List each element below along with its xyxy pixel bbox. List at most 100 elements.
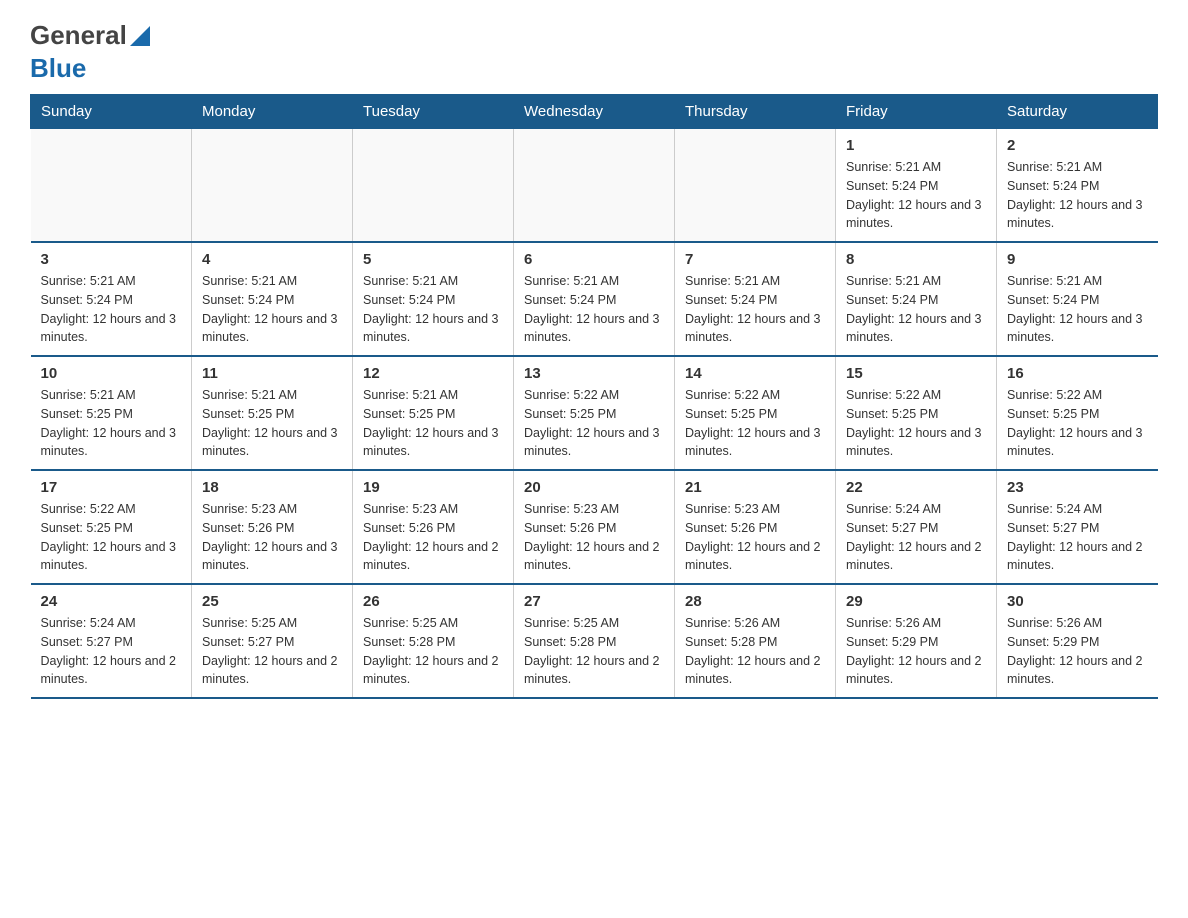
day-info: Sunrise: 5:22 AMSunset: 5:25 PMDaylight:… — [685, 386, 825, 461]
day-info: Sunrise: 5:23 AMSunset: 5:26 PMDaylight:… — [685, 500, 825, 575]
weekday-header-sunday: Sunday — [31, 95, 192, 129]
day-info: Sunrise: 5:21 AMSunset: 5:24 PMDaylight:… — [685, 272, 825, 347]
day-number: 18 — [202, 479, 342, 496]
calendar-table: SundayMondayTuesdayWednesdayThursdayFrid… — [30, 94, 1158, 699]
day-info: Sunrise: 5:21 AMSunset: 5:24 PMDaylight:… — [1007, 158, 1148, 233]
calendar-cell: 29 Sunrise: 5:26 AMSunset: 5:29 PMDayligh… — [836, 584, 997, 698]
calendar-cell: 26 Sunrise: 5:25 AMSunset: 5:28 PMDayligh… — [353, 584, 514, 698]
weekday-header-tuesday: Tuesday — [353, 95, 514, 129]
calendar-cell: 28Sunrise: 5:26 AMSunset: 5:28 PMDayligh… — [675, 584, 836, 698]
day-number: 20 — [524, 479, 664, 496]
calendar-week-row: 3 Sunrise: 5:21 AMSunset: 5:24 PMDaylight… — [31, 242, 1158, 356]
calendar-cell: 19 Sunrise: 5:23 AMSunset: 5:26 PMDayligh… — [353, 470, 514, 584]
day-number: 6 — [524, 251, 664, 268]
day-info: Sunrise: 5:24 AMSunset: 5:27 PMDaylight:… — [1007, 500, 1148, 575]
weekday-header-saturday: Saturday — [997, 95, 1158, 129]
day-number: 16 — [1007, 365, 1148, 382]
day-number: 1 — [846, 137, 986, 154]
day-info: Sunrise: 5:24 AMSunset: 5:27 PMDaylight:… — [846, 500, 986, 575]
day-number: 15 — [846, 365, 986, 382]
logo-chevron-icon — [130, 26, 150, 46]
day-number: 24 — [41, 593, 182, 610]
day-info: Sunrise: 5:21 AMSunset: 5:24 PMDaylight:… — [1007, 272, 1148, 347]
calendar-cell: 8Sunrise: 5:21 AMSunset: 5:24 PMDaylight… — [836, 242, 997, 356]
calendar-cell: 17 Sunrise: 5:22 AMSunset: 5:25 PMDayligh… — [31, 470, 192, 584]
logo-general: General — [30, 20, 127, 51]
day-info: Sunrise: 5:21 AMSunset: 5:24 PMDaylight:… — [41, 272, 182, 347]
day-info: Sunrise: 5:23 AMSunset: 5:26 PMDaylight:… — [524, 500, 664, 575]
calendar-cell: 3 Sunrise: 5:21 AMSunset: 5:24 PMDaylight… — [31, 242, 192, 356]
day-number: 25 — [202, 593, 342, 610]
calendar-cell: 23 Sunrise: 5:24 AMSunset: 5:27 PMDayligh… — [997, 470, 1158, 584]
day-number: 14 — [685, 365, 825, 382]
day-number: 27 — [524, 593, 664, 610]
day-info: Sunrise: 5:21 AMSunset: 5:25 PMDaylight:… — [41, 386, 182, 461]
calendar-cell: 5 Sunrise: 5:21 AMSunset: 5:24 PMDaylight… — [353, 242, 514, 356]
day-number: 2 — [1007, 137, 1148, 154]
day-number: 3 — [41, 251, 182, 268]
day-info: Sunrise: 5:21 AMSunset: 5:24 PMDaylight:… — [846, 272, 986, 347]
day-info: Sunrise: 5:22 AMSunset: 5:25 PMDaylight:… — [41, 500, 182, 575]
day-number: 4 — [202, 251, 342, 268]
weekday-header-wednesday: Wednesday — [514, 95, 675, 129]
day-number: 23 — [1007, 479, 1148, 496]
calendar-cell: 20 Sunrise: 5:23 AMSunset: 5:26 PMDayligh… — [514, 470, 675, 584]
calendar-header-row: SundayMondayTuesdayWednesdayThursdayFrid… — [31, 95, 1158, 129]
logo-blue: Blue — [30, 53, 86, 84]
calendar-cell — [31, 129, 192, 243]
day-info: Sunrise: 5:21 AMSunset: 5:24 PMDaylight:… — [846, 158, 986, 233]
day-number: 5 — [363, 251, 503, 268]
calendar-cell — [675, 129, 836, 243]
calendar-week-row: 17 Sunrise: 5:22 AMSunset: 5:25 PMDayligh… — [31, 470, 1158, 584]
day-number: 9 — [1007, 251, 1148, 268]
calendar-cell: 7 Sunrise: 5:21 AMSunset: 5:24 PMDaylight… — [675, 242, 836, 356]
day-info: Sunrise: 5:24 AMSunset: 5:27 PMDaylight:… — [41, 614, 182, 689]
calendar-cell: 24 Sunrise: 5:24 AMSunset: 5:27 PMDayligh… — [31, 584, 192, 698]
day-number: 11 — [202, 365, 342, 382]
calendar-cell: 22 Sunrise: 5:24 AMSunset: 5:27 PMDayligh… — [836, 470, 997, 584]
calendar-cell: 9 Sunrise: 5:21 AMSunset: 5:24 PMDaylight… — [997, 242, 1158, 356]
day-info: Sunrise: 5:21 AMSunset: 5:25 PMDaylight:… — [202, 386, 342, 461]
calendar-cell: 13 Sunrise: 5:22 AMSunset: 5:25 PMDayligh… — [514, 356, 675, 470]
day-info: Sunrise: 5:22 AMSunset: 5:25 PMDaylight:… — [1007, 386, 1148, 461]
day-info: Sunrise: 5:23 AMSunset: 5:26 PMDaylight:… — [202, 500, 342, 575]
calendar-cell: 21 Sunrise: 5:23 AMSunset: 5:26 PMDayligh… — [675, 470, 836, 584]
calendar-cell: 16 Sunrise: 5:22 AMSunset: 5:25 PMDayligh… — [997, 356, 1158, 470]
calendar-cell: 6 Sunrise: 5:21 AMSunset: 5:24 PMDaylight… — [514, 242, 675, 356]
day-info: Sunrise: 5:21 AMSunset: 5:24 PMDaylight:… — [363, 272, 503, 347]
calendar-cell: 15Sunrise: 5:22 AMSunset: 5:25 PMDayligh… — [836, 356, 997, 470]
calendar-cell: 1 Sunrise: 5:21 AMSunset: 5:24 PMDaylight… — [836, 129, 997, 243]
weekday-header-friday: Friday — [836, 95, 997, 129]
day-number: 22 — [846, 479, 986, 496]
day-number: 26 — [363, 593, 503, 610]
calendar-cell: 2 Sunrise: 5:21 AMSunset: 5:24 PMDaylight… — [997, 129, 1158, 243]
day-number: 7 — [685, 251, 825, 268]
calendar-cell: 12Sunrise: 5:21 AMSunset: 5:25 PMDayligh… — [353, 356, 514, 470]
logo: General Blue — [30, 20, 150, 84]
calendar-cell: 27 Sunrise: 5:25 AMSunset: 5:28 PMDayligh… — [514, 584, 675, 698]
day-number: 19 — [363, 479, 503, 496]
day-info: Sunrise: 5:25 AMSunset: 5:28 PMDaylight:… — [524, 614, 664, 689]
day-number: 17 — [41, 479, 182, 496]
calendar-cell — [192, 129, 353, 243]
day-number: 29 — [846, 593, 986, 610]
day-info: Sunrise: 5:25 AMSunset: 5:27 PMDaylight:… — [202, 614, 342, 689]
day-number: 28 — [685, 593, 825, 610]
day-info: Sunrise: 5:26 AMSunset: 5:29 PMDaylight:… — [846, 614, 986, 689]
day-number: 13 — [524, 365, 664, 382]
day-number: 12 — [363, 365, 503, 382]
day-number: 21 — [685, 479, 825, 496]
page-header: General Blue — [30, 20, 1158, 84]
day-info: Sunrise: 5:25 AMSunset: 5:28 PMDaylight:… — [363, 614, 503, 689]
calendar-week-row: 24 Sunrise: 5:24 AMSunset: 5:27 PMDayligh… — [31, 584, 1158, 698]
calendar-week-row: 10Sunrise: 5:21 AMSunset: 5:25 PMDayligh… — [31, 356, 1158, 470]
day-info: Sunrise: 5:22 AMSunset: 5:25 PMDaylight:… — [524, 386, 664, 461]
day-info: Sunrise: 5:21 AMSunset: 5:24 PMDaylight:… — [524, 272, 664, 347]
calendar-cell — [353, 129, 514, 243]
calendar-week-row: 1 Sunrise: 5:21 AMSunset: 5:24 PMDaylight… — [31, 129, 1158, 243]
day-info: Sunrise: 5:23 AMSunset: 5:26 PMDaylight:… — [363, 500, 503, 575]
calendar-cell: 10Sunrise: 5:21 AMSunset: 5:25 PMDayligh… — [31, 356, 192, 470]
logo-row: General — [30, 20, 150, 51]
calendar-cell: 25 Sunrise: 5:25 AMSunset: 5:27 PMDayligh… — [192, 584, 353, 698]
calendar-cell: 11 Sunrise: 5:21 AMSunset: 5:25 PMDayligh… — [192, 356, 353, 470]
